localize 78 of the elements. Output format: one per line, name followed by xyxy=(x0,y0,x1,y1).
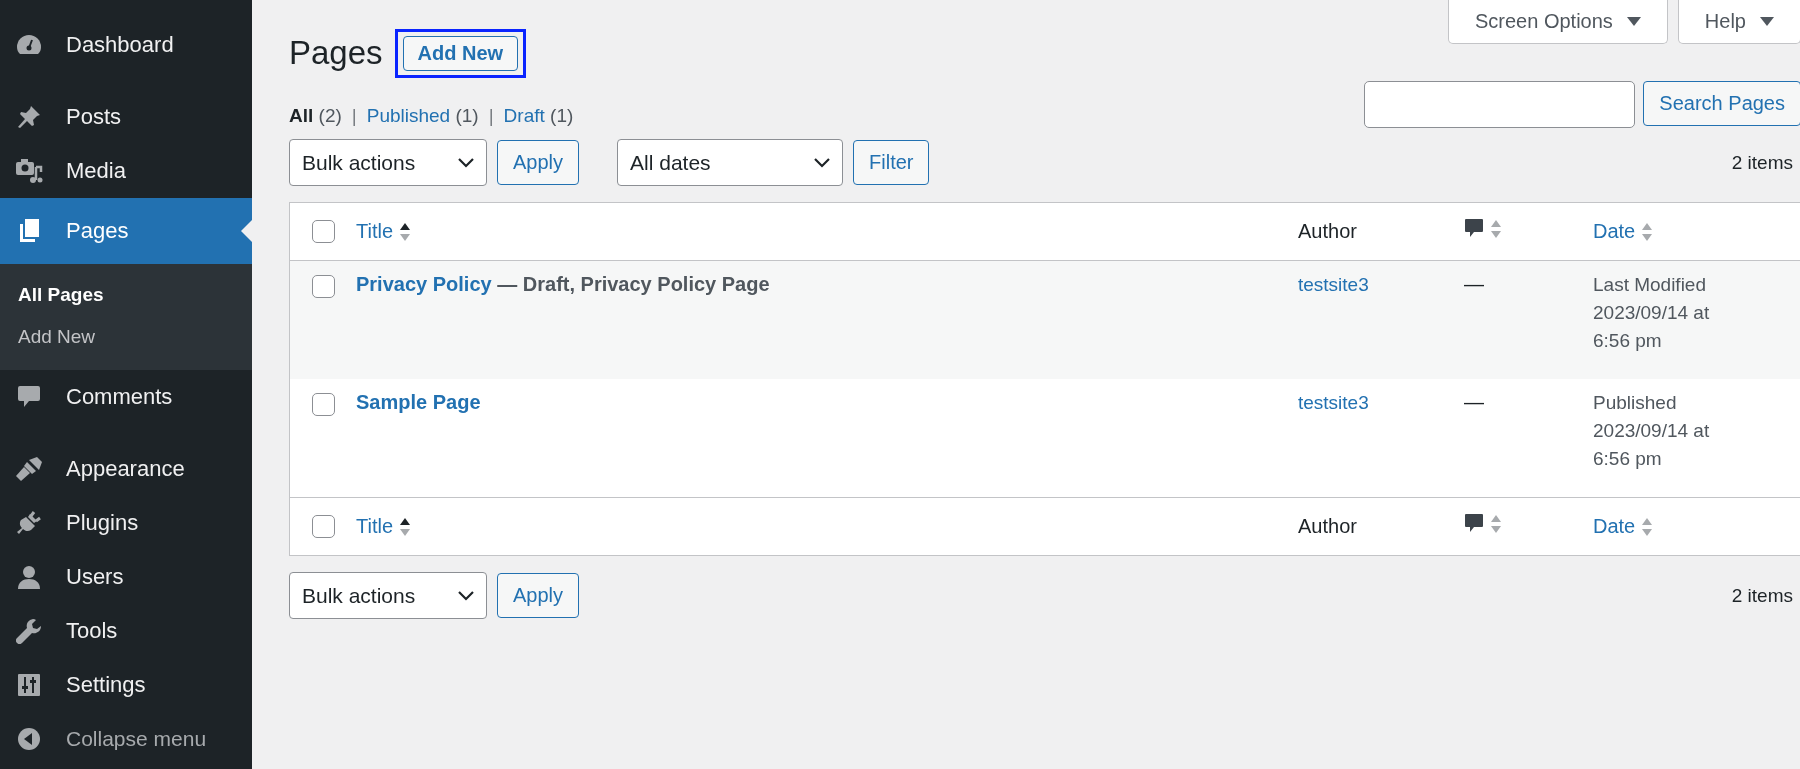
comment-count: — xyxy=(1464,273,1484,295)
sort-arrows-icon xyxy=(1641,516,1654,537)
date-text: 2023/09/14 at xyxy=(1593,300,1711,325)
sort-arrows-icon xyxy=(1490,219,1502,239)
column-sort-link[interactable]: Date xyxy=(1593,515,1654,538)
triangle-down-icon xyxy=(1760,17,1774,26)
pages-icon xyxy=(17,218,41,244)
date-status: Published xyxy=(1593,391,1678,415)
view-filter-link[interactable]: Draft (1) xyxy=(503,105,574,127)
person-icon xyxy=(17,564,41,590)
menu-item[interactable]: Pages xyxy=(0,198,252,264)
chevron-down-icon xyxy=(458,157,474,168)
column-header: Author xyxy=(1298,220,1357,242)
page-title-link[interactable]: Sample Page xyxy=(356,391,481,413)
collapse-menu-button[interactable]: Collapse menu xyxy=(0,712,252,766)
separator-text: | xyxy=(488,105,494,127)
camera-music-icon xyxy=(15,158,43,184)
filter-button[interactable]: Filter xyxy=(853,140,930,185)
screen-meta-tab[interactable]: Help xyxy=(1677,0,1800,44)
time-text: 6:56 pm xyxy=(1593,328,1663,353)
date-filter-dropdown[interactable]: All dates xyxy=(617,139,844,186)
sort-arrows-icon xyxy=(1490,514,1502,534)
search-button[interactable]: Search Pages xyxy=(1643,81,1800,126)
menu-item[interactable]: Appearance xyxy=(0,442,252,496)
menu-item[interactable]: Settings xyxy=(0,658,252,712)
search-field[interactable] xyxy=(1364,81,1636,128)
sort-arrows-icon xyxy=(399,516,412,537)
paintbrush-icon xyxy=(15,456,43,482)
plug-icon xyxy=(16,510,42,536)
column-sort-link[interactable]: Title xyxy=(356,220,412,243)
triangle-down-icon xyxy=(1626,17,1641,26)
sort-arrows-icon xyxy=(1641,221,1654,242)
menu-item[interactable]: Dashboard xyxy=(0,18,252,72)
date-text: 2023/09/14 at xyxy=(1593,418,1711,443)
column-sort-link[interactable]: Title xyxy=(356,515,412,538)
post-state-label: — Draft, Privacy Policy Page xyxy=(497,273,770,295)
gauge-icon xyxy=(16,33,42,57)
checkbox[interactable] xyxy=(311,515,335,538)
column-sort-link[interactable]: Date xyxy=(1593,220,1654,243)
submenu-item[interactable]: Add New xyxy=(0,316,252,358)
page-title-link[interactable]: Privacy Policy xyxy=(356,273,492,295)
author-link[interactable]: testsite3 xyxy=(1298,392,1369,413)
column-header: Author xyxy=(1298,515,1357,537)
menu-item[interactable]: Posts xyxy=(0,90,252,144)
menu-item[interactable]: Media xyxy=(0,144,252,198)
apply-button[interactable]: Apply xyxy=(497,140,580,185)
checkbox[interactable] xyxy=(311,275,335,298)
view-filter-link[interactable]: Published (1) xyxy=(366,105,479,127)
bulk-actions-dropdown[interactable]: Bulk actions xyxy=(289,572,487,619)
menu-item[interactable]: Tools xyxy=(0,604,252,658)
wrench-icon xyxy=(16,618,42,644)
view-filter-link[interactable]: All (2) xyxy=(289,105,342,127)
chevron-down-icon xyxy=(814,157,831,168)
page-heading: Pages xyxy=(289,34,383,72)
menu-item[interactable]: Comments xyxy=(0,370,252,424)
submenu-item[interactable]: All Pages xyxy=(0,274,252,316)
add-new-button[interactable]: Add New xyxy=(402,35,519,71)
comment-count: — xyxy=(1464,391,1484,413)
apply-button[interactable]: Apply xyxy=(497,573,580,618)
separator-text: | xyxy=(351,105,357,127)
item-count: 2 items xyxy=(1731,584,1793,607)
checkbox[interactable] xyxy=(311,393,335,416)
left-arrow-circle-icon xyxy=(17,727,41,751)
menu-item[interactable]: Users xyxy=(0,550,252,604)
date-status: Last Modified xyxy=(1593,273,1707,297)
checkbox[interactable] xyxy=(311,220,335,243)
time-text: 6:56 pm xyxy=(1593,446,1663,471)
sort-arrows-icon xyxy=(399,221,412,242)
bulk-actions-dropdown[interactable]: Bulk actions xyxy=(289,139,487,186)
chevron-down-icon xyxy=(458,590,474,601)
author-link[interactable]: testsite3 xyxy=(1298,274,1369,295)
menu-item[interactable]: Plugins xyxy=(0,496,252,550)
screen-meta-tab[interactable]: Screen Options xyxy=(1448,0,1668,44)
column-sort-link[interactable] xyxy=(1464,513,1502,535)
column-sort-link[interactable] xyxy=(1464,218,1502,240)
pushpin-icon xyxy=(16,104,42,130)
sliders-icon xyxy=(17,673,41,697)
item-count: 2 items xyxy=(1731,151,1793,174)
